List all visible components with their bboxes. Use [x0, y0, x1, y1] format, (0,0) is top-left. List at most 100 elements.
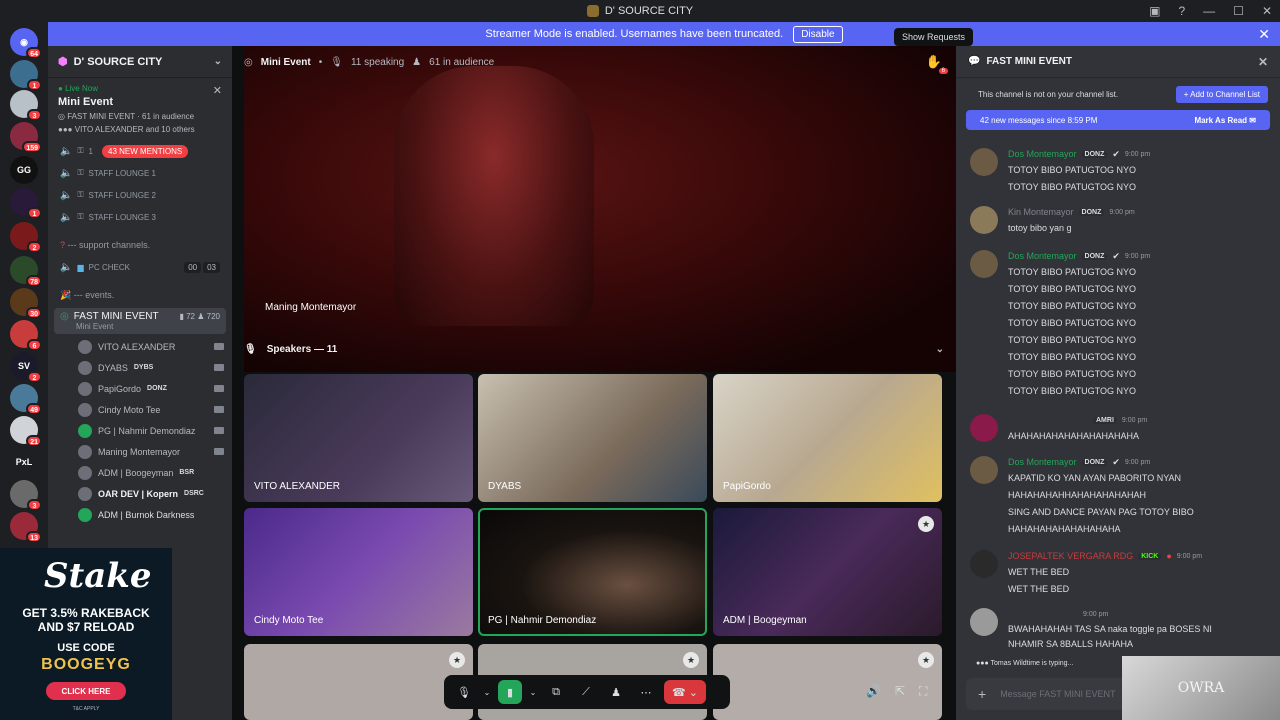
- channel-item[interactable]: 🔈 ⚿ STAFF LOUNGE 2: [48, 184, 232, 206]
- avatar[interactable]: [970, 148, 998, 176]
- stage-channel-fast-mini-event[interactable]: ◎ FAST MINI EVENT ▮ 72 ♟ 720 Mini Event: [54, 308, 226, 334]
- avatar[interactable]: [970, 206, 998, 234]
- more-options-icon[interactable]: ⋯: [634, 680, 658, 704]
- voice-member[interactable]: DYABS DYBS: [48, 357, 232, 378]
- audience-count: 61 in audience: [429, 56, 495, 68]
- avatar[interactable]: [970, 414, 998, 442]
- channel-item[interactable]: 🔈 ⚿ STAFF LOUNGE 3: [48, 206, 232, 228]
- move-to-audience-icon[interactable]: ⟋: [574, 680, 598, 704]
- author-name[interactable]: Kin Montemayor: [1008, 207, 1074, 217]
- speaker-tile[interactable]: PapiGordo: [713, 374, 942, 502]
- server-icon[interactable]: 3: [10, 90, 42, 121]
- server-icon[interactable]: 30: [10, 288, 42, 319]
- speaker-tile[interactable]: VITO ALEXANDER: [244, 374, 473, 502]
- server-icon[interactable]: 78: [10, 256, 42, 287]
- avatar[interactable]: [970, 250, 998, 278]
- disable-button[interactable]: Disable: [793, 25, 843, 43]
- server-icon[interactable]: 6: [10, 320, 42, 351]
- server-icon[interactable]: GG: [10, 156, 38, 184]
- voice-member[interactable]: PG | Nahmir Demondiaz: [48, 420, 232, 441]
- inbox-icon[interactable]: ▣: [1149, 4, 1160, 18]
- speaker-tile[interactable]: ★: [713, 644, 942, 720]
- chevron-down-icon[interactable]: ⌄: [482, 680, 492, 704]
- new-messages-bar[interactable]: 42 new messages since 8:59 PM Mark As Re…: [966, 110, 1270, 130]
- server-icon[interactable]: 21: [10, 416, 42, 447]
- raise-hand-button[interactable]: ♟: [604, 680, 628, 704]
- mark-as-read-button[interactable]: Mark As Read ✉: [1194, 116, 1256, 125]
- guild-badge: 13: [26, 531, 42, 543]
- pin-icon[interactable]: ★: [683, 652, 699, 668]
- live-event-meta: ◎ FAST MINI EVENT · 61 in audience: [58, 112, 195, 121]
- add-button-label: Add to Channel List: [1190, 89, 1260, 99]
- minimize-button[interactable]: —: [1203, 4, 1215, 18]
- voice-member[interactable]: ADM | Boogeyman BSR: [48, 462, 232, 483]
- heart-icon: ●: [1166, 551, 1172, 561]
- author-name[interactable]: Dos Montemayor: [1008, 251, 1077, 261]
- speaker-icon: 🔈: [60, 261, 73, 273]
- server-icon[interactable]: 1: [10, 188, 42, 219]
- channel-name: 1: [88, 146, 93, 156]
- avatar[interactable]: [970, 456, 998, 484]
- close-icon[interactable]: ✕: [213, 84, 222, 97]
- voice-member[interactable]: ADM | Burnok Darkness: [48, 504, 232, 525]
- voice-member[interactable]: Cindy Moto Tee: [48, 399, 232, 420]
- live-event-card[interactable]: ● Live Now Mini Event ◎ FAST MINI EVENT …: [48, 78, 232, 140]
- channel-item-pc-check[interactable]: 🔈 ▆ PC CHECK 00 03: [48, 256, 232, 278]
- help-icon[interactable]: ?: [1178, 4, 1185, 18]
- server-icon[interactable]: 3: [10, 480, 42, 511]
- server-icon[interactable]: PxL: [10, 448, 38, 476]
- voice-member[interactable]: VITO ALEXANDER: [48, 336, 232, 357]
- server-icon[interactable]: 2: [10, 222, 42, 253]
- guild-badge: 2: [27, 371, 42, 383]
- home-button[interactable]: ◉ 64: [10, 28, 42, 59]
- category-support[interactable]: ? --- support channels.: [48, 234, 232, 256]
- avatar[interactable]: [970, 608, 998, 636]
- speaker-tile[interactable]: ★: [244, 644, 473, 720]
- leave-call-button[interactable]: ☎ ⌄: [664, 680, 706, 704]
- avatar[interactable]: [970, 550, 998, 578]
- category-events[interactable]: 🎉 --- events.: [48, 284, 232, 306]
- raise-hand-icon[interactable]: ✋ 6: [926, 54, 948, 74]
- server-icon[interactable]: SV 2: [10, 352, 42, 383]
- speaker-tile[interactable]: ★ ADM | Boogeyman: [713, 508, 942, 636]
- fullscreen-icon[interactable]: ⛶: [919, 684, 927, 699]
- server-icon[interactable]: 1: [10, 60, 42, 91]
- plus-icon[interactable]: +: [978, 686, 986, 702]
- camera-button[interactable]: ▮: [498, 680, 522, 704]
- avatar: [78, 381, 92, 396]
- speaker-tile[interactable]: Cindy Moto Tee: [244, 508, 473, 636]
- ad-cta-button[interactable]: CLICK HERE: [46, 682, 126, 700]
- chevron-down-icon[interactable]: ⌄: [936, 344, 944, 355]
- add-to-channel-list-button[interactable]: + Add to Channel List: [1175, 85, 1268, 103]
- server-icon[interactable]: 49: [10, 384, 42, 415]
- channel-item[interactable]: 🔈 ⚿ 1 43 NEW MENTIONS: [48, 140, 232, 162]
- popout-icon[interactable]: ⇱: [895, 684, 905, 699]
- screen-share-button[interactable]: ⧉: [544, 680, 568, 704]
- new-mentions-pill[interactable]: 43 NEW MENTIONS: [102, 144, 189, 158]
- speaker-tile[interactable]: DYABS: [478, 374, 707, 502]
- server-icon[interactable]: 159: [10, 122, 42, 153]
- mic-button[interactable]: 🎙: [452, 680, 476, 704]
- main-video-feed[interactable]: Maning Montemayor: [244, 46, 956, 372]
- voice-member[interactable]: PapiGordo DONZ: [48, 378, 232, 399]
- category-label: --- support channels.: [67, 240, 151, 250]
- channel-item[interactable]: 🔈 ⚿ STAFF LOUNGE 1: [48, 162, 232, 184]
- voice-member[interactable]: OAR DEV | Kopern DSRC: [48, 483, 232, 504]
- pin-icon[interactable]: ★: [918, 652, 934, 668]
- speaker-tile-active[interactable]: PG | Nahmir Demondiaz: [478, 508, 707, 636]
- author-name[interactable]: JOSEPALTEK VERGARA RDG: [1008, 551, 1133, 561]
- close-icon[interactable]: ✕: [1258, 26, 1270, 43]
- speakers-header[interactable]: 🎙 Speakers — 11 ⌄: [232, 338, 956, 360]
- server-header[interactable]: ⬢ D' SOURCE CITY ⌄: [48, 46, 232, 78]
- chevron-down-icon[interactable]: ⌄: [528, 680, 538, 704]
- pin-icon[interactable]: ★: [918, 516, 934, 532]
- author-name[interactable]: Dos Montemayor: [1008, 149, 1077, 159]
- author-name[interactable]: Dos Montemayor: [1008, 457, 1077, 467]
- close-window-button[interactable]: ✕: [1262, 4, 1272, 18]
- volume-icon[interactable]: 🔊: [866, 684, 881, 699]
- server-icon[interactable]: 13: [10, 512, 42, 543]
- pin-icon[interactable]: ★: [449, 652, 465, 668]
- close-icon[interactable]: ✕: [1258, 55, 1268, 69]
- maximize-button[interactable]: ☐: [1233, 4, 1244, 18]
- voice-member[interactable]: Maning Montemayor: [48, 441, 232, 462]
